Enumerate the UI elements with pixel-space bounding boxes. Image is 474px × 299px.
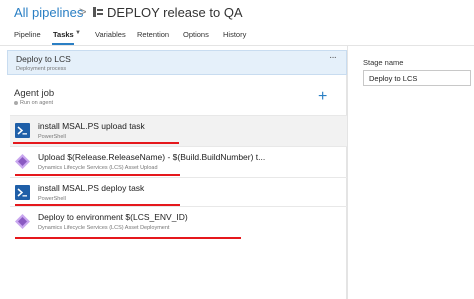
pipeline-title: DEPLOY release to QA <box>107 5 243 20</box>
task-title: Upload $(Release.ReleaseName) - $(Build.… <box>38 152 266 162</box>
task-subtitle: PowerShell <box>38 134 66 140</box>
red-annotation-underline <box>15 237 241 239</box>
tabs-divider <box>0 45 474 46</box>
release-pipeline-icon <box>93 7 103 17</box>
tab-pipeline[interactable]: Pipeline <box>14 30 41 39</box>
tab-tasks[interactable]: Tasks <box>53 30 74 39</box>
stage-name-label: Stage name <box>363 58 404 67</box>
all-pipelines-link[interactable]: All pipelines <box>14 5 83 20</box>
agent-job-title: Agent job <box>14 88 55 99</box>
red-annotation-underline <box>15 174 180 176</box>
stage-subtitle: Deployment process <box>16 66 67 72</box>
task-title: Deploy to environment $(LCS_ENV_ID) <box>38 212 188 222</box>
add-task-icon[interactable]: + <box>318 89 327 105</box>
tab-options[interactable]: Options <box>183 30 209 39</box>
task-subtitle: PowerShell <box>38 196 66 202</box>
powershell-icon <box>15 123 30 138</box>
tab-retention[interactable]: Retention <box>137 30 169 39</box>
task-subtitle: Dynamics Lifecycle Services (LCS) Asset … <box>38 225 170 231</box>
agent-job-subtitle-text: Run on agent <box>20 100 54 106</box>
tab-variables[interactable]: Variables <box>95 30 126 39</box>
tab-history[interactable]: History <box>223 30 246 39</box>
task-title: install MSAL.PS deploy task <box>38 183 145 193</box>
task-item[interactable]: Upload $(Release.ReleaseName) - $(Build.… <box>10 146 347 177</box>
chevron-down-icon[interactable]: ▼ <box>75 30 81 36</box>
tab-bar: Pipeline Tasks ▼ Variables Retention Opt… <box>0 27 474 45</box>
agent-job-subtitle: Run on agent <box>14 100 53 106</box>
header: All pipelines > DEPLOY release to QA <box>0 0 474 28</box>
agent-info-icon <box>14 100 18 105</box>
stage-title: Deploy to LCS <box>16 54 71 64</box>
breadcrumb-separator: > <box>79 4 87 19</box>
task-item[interactable]: Deploy to environment $(LCS_ENV_ID) Dyna… <box>10 206 347 237</box>
task-title: install MSAL.PS upload task <box>38 121 145 131</box>
red-annotation-underline <box>13 142 179 144</box>
stage-name-input[interactable] <box>363 70 471 86</box>
lcs-icon <box>15 214 30 229</box>
panel-divider <box>347 46 348 299</box>
powershell-icon <box>15 185 30 200</box>
more-options-icon[interactable]: ··· <box>329 52 337 63</box>
task-subtitle: Dynamics Lifecycle Services (LCS) Asset … <box>38 165 158 171</box>
agent-job[interactable]: Agent job Run on agent <box>10 85 345 110</box>
lcs-icon <box>15 154 30 169</box>
stage-header[interactable]: Deploy to LCS Deployment process ··· <box>7 50 347 75</box>
